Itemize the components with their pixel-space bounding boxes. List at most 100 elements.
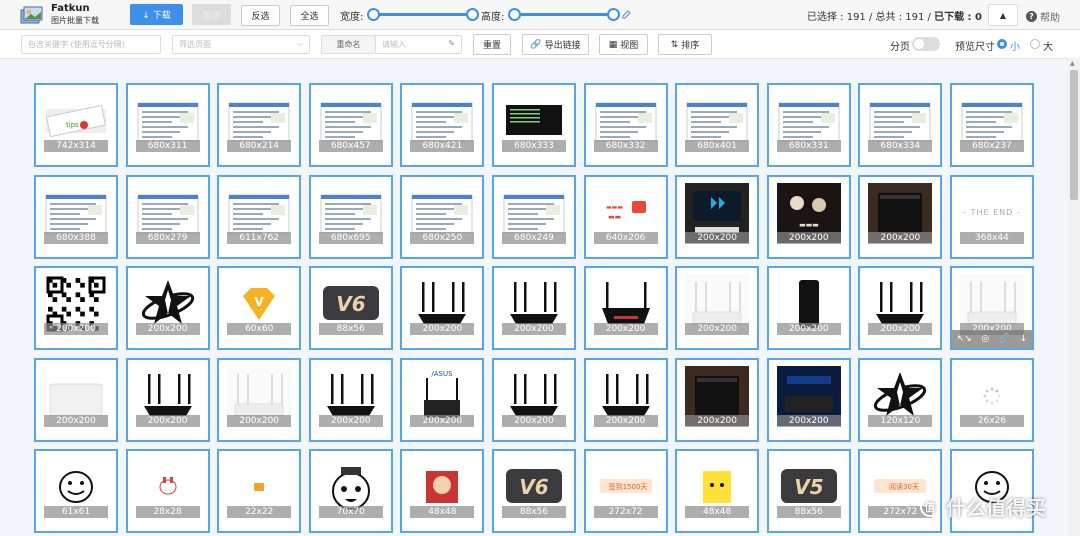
reset-button[interactable]: 重置 [473, 34, 511, 55]
image-tile[interactable]: 61x61 [34, 449, 118, 533]
download-icon[interactable]: ↓ [1020, 334, 1028, 344]
image-tile[interactable]: 680x457 [308, 83, 393, 167]
paging-toggle[interactable] [912, 37, 940, 51]
height-slider-min-knob[interactable] [508, 8, 521, 21]
image-tile[interactable]: 200x200 [308, 357, 393, 442]
thumbnail-text: ▬▬▬ [799, 221, 819, 229]
image-size-label: 680x249 [501, 231, 566, 244]
image-size-label: 200x200 [410, 323, 475, 335]
image-size-label: 60x60 [227, 323, 292, 335]
invert-selection-button[interactable]: 反选 [241, 5, 280, 26]
image-grid: tips 742x314 680x311 680x214 680x457 680x… [34, 83, 1034, 533]
preview-large-radio[interactable] [1030, 39, 1040, 49]
image-tile[interactable]: 200x200 [675, 174, 760, 259]
rename-input[interactable]: 请输入 ✎ [375, 35, 462, 54]
width-slider-max-knob[interactable] [466, 8, 479, 21]
image-tile[interactable]: ▬▬▬ 200x200 [766, 174, 851, 259]
image-tile[interactable]: 200x200 [125, 266, 210, 350]
image-tile[interactable]: V 60x60 [217, 266, 302, 350]
select-all-button[interactable]: 全选 [290, 5, 329, 26]
image-tile[interactable]: 680x311 [125, 83, 210, 167]
image-tile[interactable]: 680x695 [308, 174, 393, 259]
image-tile[interactable]: 签到1500天 272x72 [583, 449, 668, 533]
help-link[interactable]: ? 帮助 [1026, 9, 1060, 24]
image-tile[interactable]: 680x421 [400, 83, 485, 167]
image-tile[interactable]: 120x120 [858, 357, 943, 442]
image-size-label: 680x333 [501, 140, 566, 152]
expand-icon[interactable]: ↖↘ [957, 334, 972, 344]
page-filter-select[interactable]: 筛选页面 ⌵ [172, 35, 310, 54]
image-tile[interactable]: 680x279 [125, 174, 210, 259]
image-tile[interactable]: 680x249 [491, 174, 576, 259]
edit-pencil-icon[interactable] [622, 9, 631, 19]
gallery-scrollbar[interactable]: ▲ [1068, 58, 1080, 536]
weibo-icon[interactable]: ◎ [981, 334, 989, 344]
image-tile[interactable]: 680x332 [583, 83, 668, 167]
image-tile[interactable]: 200x200 [400, 266, 485, 350]
watermark: 值 什么值得买 [920, 492, 1046, 521]
preview-small-radio[interactable] [997, 39, 1007, 49]
image-tile[interactable]: 200x200 [217, 357, 302, 442]
image-tile[interactable]: 680x333 [491, 83, 576, 167]
image-tile[interactable]: V5 88x56 [766, 449, 851, 533]
app-title: Fatkun [51, 3, 90, 14]
image-size-label: 200x200 [868, 231, 933, 244]
image-tile[interactable]: 611x762 [217, 174, 302, 259]
width-slider-min-knob[interactable] [367, 8, 380, 21]
image-size-label: 200x200 [135, 414, 200, 427]
image-tile[interactable]: 200x200 [34, 266, 118, 350]
scroll-up-arrow-icon[interactable]: ▲ [1070, 60, 1075, 67]
image-tile[interactable]: 200x200 [491, 266, 576, 350]
image-tile[interactable]: 48x48 [400, 449, 485, 533]
image-size-label: 680x214 [227, 140, 292, 152]
image-tile[interactable]: 680x237 [949, 83, 1034, 167]
height-slider-track[interactable] [514, 13, 614, 16]
pause-button[interactable]: 暂停 [192, 4, 231, 25]
link-icon[interactable]: 🔗 [999, 334, 1010, 344]
image-size-label: 611x762 [227, 231, 292, 244]
view-button[interactable]: ▦ 视图 [599, 34, 648, 55]
scrollbar-thumb[interactable] [1070, 70, 1078, 200]
image-tile[interactable]: 200x200 [675, 357, 760, 442]
image-tile[interactable]: 200x200 [491, 357, 576, 442]
image-tile[interactable]: 26x26 [949, 357, 1034, 442]
help-icon: ? [1026, 11, 1037, 22]
image-tile[interactable]: 200x200 [858, 266, 943, 350]
image-tile[interactable]: 200x200 [766, 266, 851, 350]
image-tile[interactable]: 200x200 [583, 266, 668, 350]
download-button[interactable]: ↓ 下载 [130, 4, 183, 25]
image-tile[interactable]: 680x331 [766, 83, 851, 167]
image-tile[interactable]: 680x214 [217, 83, 302, 167]
sort-button[interactable]: ⇅ 排序 [658, 34, 712, 55]
image-tile[interactable]: 200x200 [125, 357, 210, 442]
image-tile[interactable]: 680x334 [858, 83, 943, 167]
image-tile[interactable]: - THE END - 368x44 [949, 174, 1034, 259]
page-filter-placeholder: 筛选页面 [179, 40, 211, 49]
image-tile[interactable]: V6 88x56 [491, 449, 576, 533]
image-tile[interactable]: 22x22 [217, 449, 302, 533]
image-tile[interactable]: 200x200 ↖↘ ◎ 🔗 ↓ [949, 266, 1034, 350]
sort-label: 排序 [681, 41, 700, 51]
image-tile[interactable]: V6 88x56 [308, 266, 393, 350]
image-tile[interactable]: tips 742x314 [34, 83, 118, 167]
image-tile[interactable]: 200x200 [858, 174, 943, 259]
image-tile[interactable]: 70x70 [308, 449, 393, 533]
image-tile[interactable]: ▬▬▬ ▬▬ 640x206 [583, 174, 668, 259]
image-tile[interactable]: 200x200 [34, 357, 118, 442]
image-tile[interactable]: /ASUS 200x200 [400, 357, 485, 442]
keyword-filter-input[interactable]: 包含关键字 (使用逗号分隔) [21, 35, 161, 54]
image-tile[interactable]: 680x388 [34, 174, 118, 259]
export-links-button[interactable]: 🔗 导出链接 [522, 34, 589, 55]
image-tile[interactable]: 680x250 [400, 174, 485, 259]
image-tile[interactable]: 200x200 [675, 266, 760, 350]
height-slider-max-knob[interactable] [607, 8, 620, 21]
image-tile[interactable]: 28x28 [125, 449, 210, 533]
top-toolbar: Fatkun 图片批量下载 ↓ 下载 暂停 反选 全选 宽度: 高度: 已选择 … [0, 0, 1080, 30]
image-tile[interactable]: 200x200 [583, 357, 668, 442]
width-slider-track[interactable] [373, 13, 473, 16]
image-tile[interactable]: 200x200 [766, 357, 851, 442]
image-tile[interactable]: 48x48 [675, 449, 760, 533]
scroll-top-button[interactable]: ▲ [988, 4, 1018, 26]
image-tile[interactable]: 680x401 [675, 83, 760, 167]
image-size-label: 368x44 [959, 231, 1024, 244]
